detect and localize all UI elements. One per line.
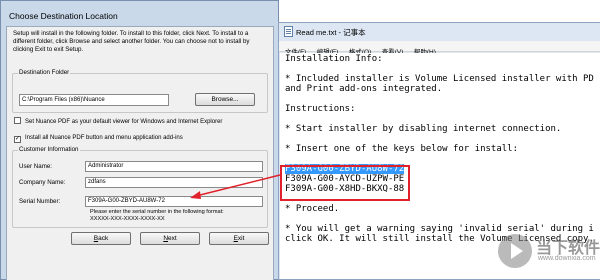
notepad-line: * Start installer by disabling internet …	[285, 124, 562, 134]
dialog-body: Setup will install in the following fold…	[6, 26, 274, 280]
user-name-label: User Name:	[19, 163, 53, 170]
notepad-line	[285, 134, 594, 144]
notepad-line: Instructions:	[285, 104, 356, 114]
user-name-field[interactable]: Administrator	[85, 161, 263, 172]
notepad-line	[285, 94, 594, 104]
destination-path-field[interactable]: C:\Program Files (x86)\Nuance	[19, 94, 169, 106]
default-viewer-checkbox[interactable]	[14, 117, 21, 124]
notepad-title: Read me.txt - 记事本	[296, 28, 366, 37]
serial-number-label: Serial Number:	[19, 198, 61, 205]
exit-button[interactable]: Exit	[209, 232, 269, 245]
notepad-line: * Insert one of the keys below for insta…	[285, 144, 518, 154]
destination-folder-group: Destination Folder C:\Program Files (x86…	[12, 69, 268, 113]
notepad-line: Installation Info:	[285, 54, 383, 64]
destination-folder-label: Destination Folder	[18, 69, 71, 76]
notepad-line	[285, 114, 594, 124]
installer-dialog: Choose Destination Location Setup will i…	[0, 0, 279, 280]
company-name-label: Company Name:	[19, 179, 66, 186]
notepad-line: and Print add-ons integrated.	[285, 84, 443, 94]
addins-checkbox[interactable]: ✓	[14, 136, 21, 143]
next-button[interactable]: Next	[140, 232, 200, 245]
intro-text: Setup will install in the following fold…	[13, 30, 250, 53]
notepad-icon	[284, 26, 293, 37]
notepad-content: Installation Info: * Included installer …	[285, 54, 594, 244]
notepad-line	[285, 154, 594, 164]
notepad-line	[285, 64, 594, 74]
notepad-titlebar[interactable]: Read me.txt - 记事本	[279, 23, 600, 40]
addins-label: Install all Nuance PDF button and menu a…	[25, 135, 183, 141]
watermark: 当下软件园 www.downxia.com	[494, 228, 600, 278]
serial-format: XXXXX-XXX-XXXX-XXXX-XX	[90, 216, 165, 222]
company-name-field[interactable]: zdfans	[85, 177, 263, 188]
keys-highlight-box	[280, 165, 410, 201]
default-viewer-label: Set Nuance PDF as your default viewer fo…	[25, 119, 223, 125]
customer-info-label: Customer Information	[18, 146, 80, 153]
default-viewer-option[interactable]: Set Nuance PDF as your default viewer fo…	[14, 117, 222, 126]
serial-number-field[interactable]: F309A-G00-ZBYD-AU8W-72	[85, 196, 263, 207]
watermark-en: www.downxia.com	[538, 255, 596, 262]
notepad-line: * Proceed.	[285, 204, 340, 214]
watermark-logo-icon	[498, 234, 532, 268]
notepad-line	[285, 214, 594, 224]
back-button[interactable]: Back	[71, 232, 131, 245]
serial-hint: Please enter the serial number in the fo…	[90, 209, 224, 215]
customer-info-group: Customer Information User Name: Administ…	[12, 146, 268, 228]
dialog-title: Choose Destination Location	[9, 11, 118, 21]
addins-option[interactable]: ✓ Install all Nuance PDF button and menu …	[14, 134, 183, 143]
browse-button[interactable]: Browse...	[195, 93, 255, 106]
notepad-line: * Included installer is Volume Licensed …	[285, 74, 594, 84]
notepad-menubar: 文件(F) 编辑(E) 格式(O) 查看(V) 帮助(H)	[279, 41, 600, 56]
